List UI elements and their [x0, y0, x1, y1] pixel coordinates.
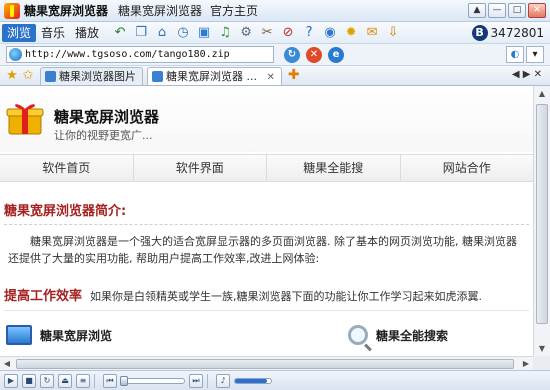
chat-icon[interactable]: ✉ — [364, 25, 380, 41]
efficiency-section: 提高工作效率 如果你是白领精英或学生一族,糖果浏览器下面的功能让你工作学习起来如… — [4, 285, 533, 304]
dropdown-icon[interactable]: ▾ — [526, 46, 544, 63]
next-icon[interactable]: ⏭ — [189, 373, 203, 388]
page-favicon-icon — [45, 71, 56, 82]
site-subtitle: 让你的视野更宽广... — [54, 129, 153, 142]
repeat-icon[interactable]: ↻ — [40, 373, 54, 388]
user-id: 3472801 — [490, 26, 544, 40]
address-field[interactable] — [6, 46, 274, 63]
cancel-icon[interactable]: ⊘ — [280, 25, 296, 41]
seek-knob[interactable] — [120, 375, 128, 386]
volume-slider[interactable] — [234, 377, 272, 384]
tab-close-icon[interactable]: ✕ — [267, 72, 275, 83]
media-player-bar: ▶ ■ ↻ ⏏ ≡ ⏮ ⏭ ♪ — [0, 370, 550, 390]
scroll-up-icon[interactable]: ▲ — [534, 86, 550, 101]
scroll-left-icon[interactable]: ◀ — [0, 357, 14, 371]
nav-search[interactable]: 糖果全能搜 — [267, 155, 401, 181]
hscroll-thumb[interactable] — [16, 359, 514, 369]
tab-music[interactable]: 音乐 — [36, 24, 70, 42]
divider — [4, 224, 529, 225]
earth-icon[interactable]: ◉ — [322, 25, 338, 41]
favorites-star-icon[interactable]: ★ — [4, 67, 20, 83]
user-info[interactable]: B 3472801 — [471, 25, 544, 41]
music-note-icon[interactable]: ♫ — [217, 25, 233, 41]
site-nav: 软件首页 软件界面 糖果全能搜 网站合作 — [0, 154, 533, 182]
ie-icon[interactable]: e — [328, 46, 344, 63]
search-engine-icon[interactable]: ◐ — [506, 46, 524, 63]
gift-logo-icon — [6, 104, 44, 135]
separator — [207, 373, 208, 388]
play-icon[interactable]: ▶ — [4, 373, 18, 388]
intro-heading: 糖果宽屏浏览器简介: — [4, 204, 127, 219]
tab-candy-browser[interactable]: 糖果宽屏浏览器 ... ✕ — [147, 67, 282, 85]
efficiency-heading: 提高工作效率 — [4, 289, 83, 304]
tab-play[interactable]: 播放 — [70, 24, 104, 42]
tab-browse[interactable]: 浏览 — [2, 23, 37, 42]
menu-browser[interactable]: 糖果宽屏浏览器 — [118, 2, 202, 19]
tab-label: 糖果宽屏浏览器 ... — [166, 70, 257, 83]
maximize-button[interactable]: □ — [508, 3, 526, 18]
efficiency-description: 如果你是白领精英或学生一族,糖果浏览器下面的功能让你工作学习起来如虎添翼. — [90, 290, 483, 303]
copy-icon[interactable]: ❐ — [133, 25, 149, 41]
scroll-thumb[interactable] — [536, 104, 548, 324]
divider — [4, 310, 529, 311]
page-favicon-icon — [152, 71, 163, 82]
stop-icon[interactable]: ✕ — [306, 46, 322, 63]
volume-fill — [235, 378, 268, 383]
nav-interface[interactable]: 软件界面 — [134, 155, 267, 181]
download-icon[interactable]: ⇩ — [385, 25, 401, 41]
playlist-icon[interactable]: ≡ — [76, 373, 90, 388]
bulb-icon[interactable]: ✹ — [343, 25, 359, 41]
add-favorite-icon[interactable]: ✩ — [20, 67, 36, 83]
close-button[interactable]: ✕ — [528, 3, 546, 18]
vertical-scrollbar[interactable]: ▲ ▼ — [533, 86, 550, 356]
tab-candy-images[interactable]: 糖果浏览器图片 — [40, 67, 143, 85]
site-header: 糖果宽屏浏览器 让你的视野更宽广... — [0, 86, 533, 152]
previous-icon[interactable]: ⏮ — [103, 373, 117, 388]
scroll-corner — [533, 356, 550, 370]
user-badge-icon: B — [471, 25, 488, 41]
refresh-icon[interactable]: ↻ — [284, 46, 300, 63]
screen-icon[interactable]: ▣ — [196, 25, 212, 41]
feature-label: 糖果全能搜索 — [376, 328, 449, 343]
home-icon[interactable]: ⌂ — [154, 25, 170, 41]
history-icon[interactable]: ◷ — [175, 25, 191, 41]
feature-list: 糖果宽屏浏览 糖果全能搜索 — [0, 325, 533, 355]
feature-widescreen[interactable]: 糖果宽屏浏览 — [6, 325, 112, 345]
back-icon[interactable]: ↶ — [112, 25, 128, 41]
globe-icon — [9, 48, 22, 61]
window-title: 糖果宽屏浏览器 — [24, 4, 109, 18]
page-content: 糖果宽屏浏览器 让你的视野更宽广... 软件首页 软件界面 糖果全能搜 网站合作… — [0, 86, 533, 356]
new-tab-button[interactable]: ✚ — [288, 67, 300, 83]
minimize-button[interactable]: — — [488, 3, 506, 18]
seek-slider[interactable] — [120, 375, 185, 386]
feature-label: 糖果宽屏浏览 — [40, 328, 113, 343]
tools-icon[interactable]: ✂ — [259, 25, 275, 41]
monitor-icon — [6, 325, 32, 345]
gear-icon[interactable]: ⚙ — [238, 25, 254, 41]
intro-text: 糖果宽屏浏览器是一个强大的适合宽屏显示器的多页面浏览器. 除了基本的网页浏览功能… — [8, 235, 517, 265]
page-tab-bar: ★ ✩ 糖果浏览器图片 糖果宽屏浏览器 ... ✕ ✚ ◀ ▶ ✕ — [0, 66, 550, 86]
address-bar: ↻ ✕ e ◐ ▾ — [0, 44, 550, 66]
horizontal-scrollbar[interactable]: ◀ ▶ — [0, 356, 533, 370]
candy-app-icon — [4, 2, 20, 19]
site-title: 糖果宽屏浏览器 — [54, 108, 160, 126]
stop-media-icon[interactable]: ■ — [22, 373, 36, 388]
title-bar: 糖果宽屏浏览器 糖果宽屏浏览器 官方主页 ▲ — □ ✕ — [0, 0, 550, 22]
nav-partnership[interactable]: 网站合作 — [401, 155, 534, 181]
scroll-down-icon[interactable]: ▼ — [534, 341, 550, 356]
menu-homepage[interactable]: 官方主页 — [210, 2, 258, 19]
feature-search[interactable]: 糖果全能搜索 — [348, 325, 448, 345]
help-icon[interactable]: ? — [301, 25, 317, 41]
skin-button[interactable]: ▲ — [468, 3, 486, 18]
tab-label: 糖果浏览器图片 — [59, 70, 136, 83]
nav-home[interactable]: 软件首页 — [0, 155, 134, 181]
tab-controls[interactable]: ◀ ▶ ✕ — [512, 69, 542, 80]
main-toolbar: 浏览 音乐 播放 ↶ ❐ ⌂ ◷ ▣ ♫ ⚙ ✂ ⊘ ? ◉ ✹ ✉ ⇩ B 3… — [0, 22, 550, 44]
separator — [94, 373, 95, 388]
magnifier-icon — [348, 325, 368, 345]
eject-icon[interactable]: ⏏ — [58, 373, 72, 388]
volume-icon[interactable]: ♪ — [216, 373, 230, 388]
scroll-right-icon[interactable]: ▶ — [519, 357, 533, 371]
url-input[interactable] — [7, 49, 255, 60]
